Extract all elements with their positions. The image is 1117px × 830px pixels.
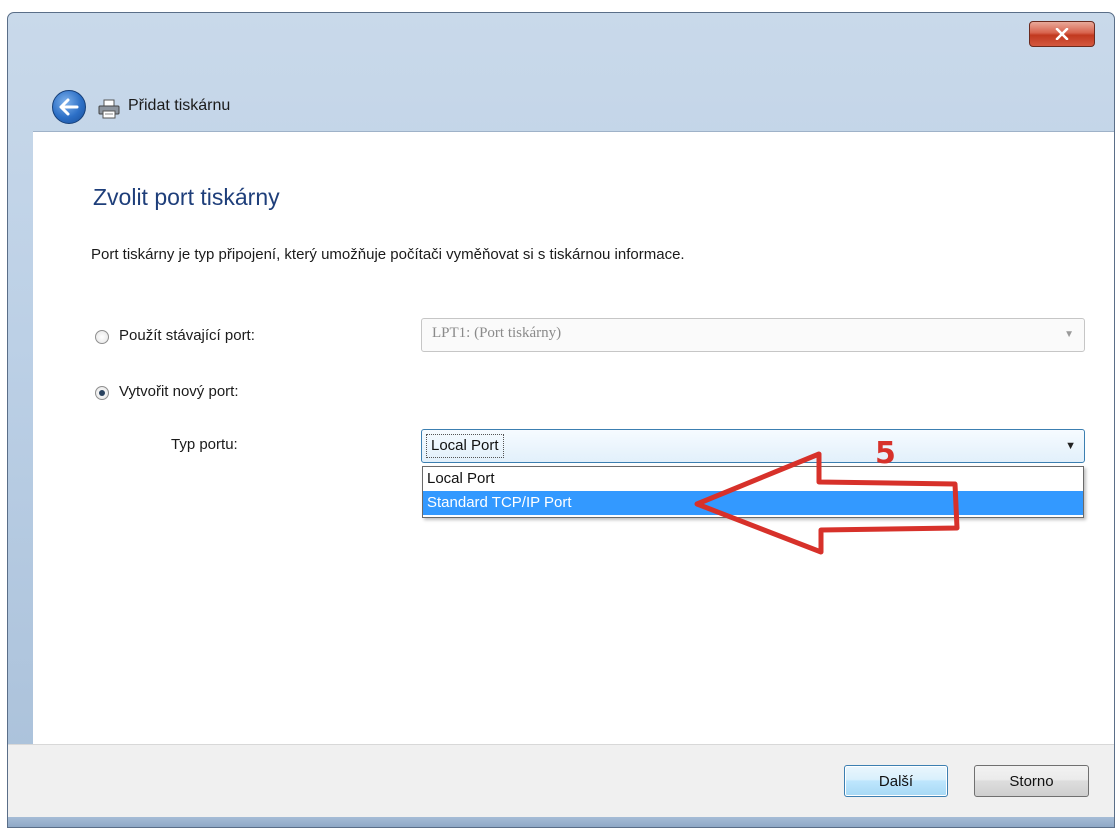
back-button[interactable] bbox=[52, 90, 86, 124]
port-type-label: Typ portu: bbox=[171, 436, 238, 453]
port-type-dropdown-list: Local Port Standard TCP/IP Port bbox=[422, 466, 1084, 518]
next-button[interactable]: Další bbox=[844, 765, 948, 797]
title-bar: Přidat tiskárnu bbox=[8, 13, 1114, 124]
window-frame-bottom bbox=[8, 817, 1114, 827]
cancel-button[interactable]: Storno bbox=[974, 765, 1089, 797]
existing-port-value: LPT1: (Port tiskárny) bbox=[432, 325, 562, 341]
close-icon bbox=[1055, 28, 1069, 40]
add-printer-window: Přidat tiskárnu Zvolit port tiskárny Por… bbox=[7, 12, 1115, 828]
wizard-content: Zvolit port tiskárny Port tiskárny je ty… bbox=[33, 131, 1114, 762]
port-type-select[interactable]: Local Port ▼ bbox=[421, 429, 1085, 463]
new-port-radio[interactable] bbox=[95, 386, 109, 400]
dropdown-option-local-port[interactable]: Local Port bbox=[423, 467, 1083, 491]
window-title: Přidat tiskárnu bbox=[128, 97, 231, 114]
new-port-label[interactable]: Vytvořit nový port: bbox=[119, 383, 239, 400]
existing-port-label[interactable]: Použít stávající port: bbox=[119, 327, 255, 344]
port-type-value: Local Port bbox=[426, 434, 504, 458]
wizard-footer: Další Storno bbox=[8, 744, 1114, 827]
page-heading: Zvolit port tiskárny bbox=[93, 184, 280, 210]
chevron-down-icon: ▼ bbox=[1064, 329, 1074, 340]
back-arrow-icon bbox=[59, 98, 79, 116]
close-button[interactable] bbox=[1029, 21, 1095, 47]
dropdown-option-standard-tcpip-port[interactable]: Standard TCP/IP Port bbox=[423, 491, 1083, 515]
existing-port-select: LPT1: (Port tiskárny) ▼ bbox=[421, 318, 1085, 352]
chevron-down-icon[interactable]: ▼ bbox=[1065, 440, 1076, 452]
annotation-step-number: 5 bbox=[875, 436, 896, 471]
existing-port-radio[interactable] bbox=[95, 330, 109, 344]
printer-icon bbox=[98, 99, 120, 119]
page-description: Port tiskárny je typ připojení, který um… bbox=[91, 246, 685, 263]
